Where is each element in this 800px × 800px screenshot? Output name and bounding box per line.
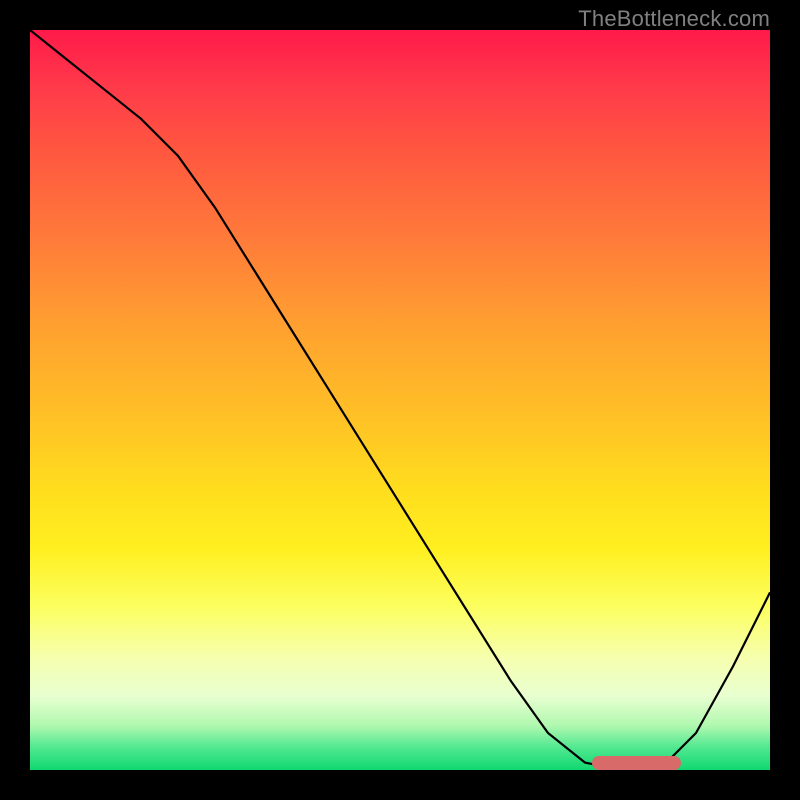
chart-container: TheBottleneck.com: [0, 0, 800, 800]
optimal-range-marker: [592, 756, 681, 770]
bottleneck-curve: [30, 30, 770, 770]
plot-area: [30, 30, 770, 770]
watermark-text: TheBottleneck.com: [578, 6, 770, 32]
curve-path: [30, 30, 770, 770]
